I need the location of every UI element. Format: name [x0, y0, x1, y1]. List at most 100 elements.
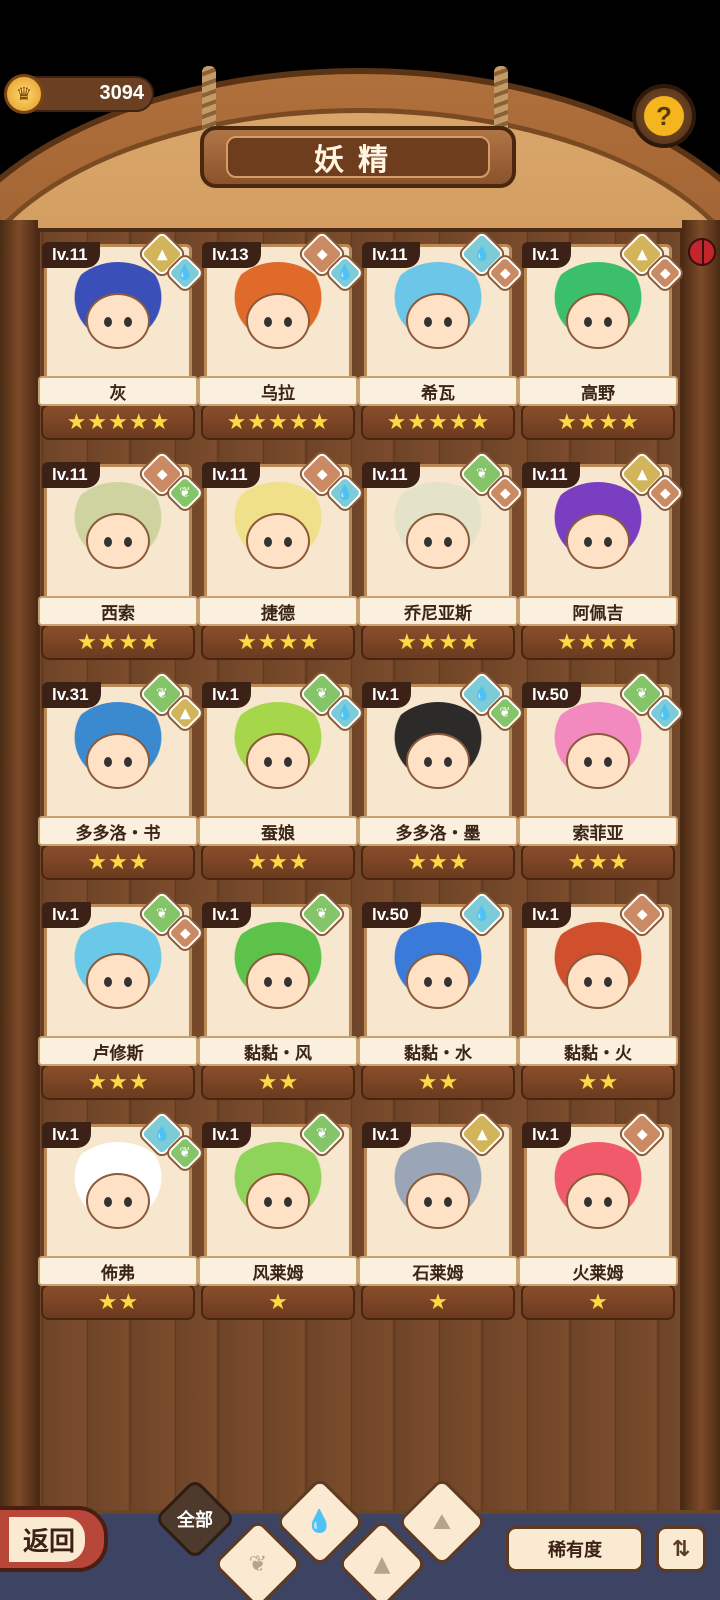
level-badge: lv.1 — [522, 242, 572, 268]
fairy-name: 阿佩吉 — [518, 596, 678, 626]
star-rating: ★ ★ ★ ★ — [364, 628, 512, 656]
fairy-name: 索菲亚 — [518, 816, 678, 846]
fairy-card[interactable]: lv.11 ❦ ◆ 乔尼亚斯 ★ ★ ★ ★ — [358, 451, 524, 664]
fairy-face — [246, 513, 310, 569]
star-icon: ★ — [428, 849, 448, 875]
star-icon: ★ — [66, 409, 87, 435]
fairy-portrait — [58, 262, 178, 380]
fairy-card[interactable]: lv.11 ▲ ◆ 阿佩吉 ★ ★ ★ ★ — [518, 451, 684, 664]
star-icon: ★ — [619, 629, 639, 655]
star-icon: ★ — [128, 1069, 149, 1095]
help-button[interactable]: ? — [632, 84, 696, 148]
star-icon: ★ — [247, 849, 268, 875]
star-icon: ★ — [288, 849, 309, 875]
fairy-card[interactable]: lv.50 ❦ 💧 索菲亚 ★ ★ ★ — [518, 671, 684, 884]
fairy-card[interactable]: lv.1 ❦ 💧 蚕娘 ★ ★ ★ — [198, 671, 364, 884]
fairy-name: 捷德 — [198, 596, 358, 626]
title-sign: 妖精 — [200, 126, 516, 188]
star-icon: ★ — [598, 1069, 619, 1095]
level-badge: lv.1 — [202, 1122, 252, 1148]
star-icon: ★ — [588, 1289, 608, 1315]
star-rating: ★ ★ ★ ★ ★ — [44, 408, 192, 436]
back-button[interactable]: 返回 — [0, 1506, 108, 1572]
fairy-name: 灰 — [38, 376, 198, 406]
level-badge: lv.1 — [42, 1122, 92, 1148]
fairy-name: 风莱姆 — [198, 1256, 358, 1286]
star-icon: ★ — [77, 629, 97, 655]
star-icon: ★ — [417, 1069, 438, 1095]
fairy-portrait — [218, 922, 338, 1040]
level-badge: lv.1 — [202, 682, 252, 708]
level-badge: lv.1 — [362, 1122, 412, 1148]
star-icon: ★ — [128, 849, 149, 875]
fairy-card[interactable]: lv.13 ◆ 💧 乌拉 ★ ★ ★ ★ ★ — [198, 231, 364, 444]
fairy-portrait — [218, 262, 338, 380]
fairy-card[interactable]: lv.1 ❦ 黏黏・风 ★ ★ — [198, 891, 358, 1104]
fairy-card[interactable]: lv.31 ❦ ▲ 多多洛・书 ★ ★ ★ — [38, 671, 204, 884]
star-rating: ★ — [364, 1288, 512, 1316]
fairy-card[interactable]: lv.11 ◆ 💧 捷德 ★ ★ ★ ★ — [198, 451, 364, 664]
star-rating: ★ ★ ★ ★ — [524, 408, 672, 436]
fairy-portrait — [58, 1142, 178, 1260]
star-icon: ★ — [118, 629, 139, 655]
star-icon: ★ — [97, 629, 118, 655]
star-icon: ★ — [598, 409, 619, 435]
fairy-name: 佈弗 — [38, 1256, 198, 1286]
star-rating: ★ — [204, 1288, 352, 1316]
star-icon: ★ — [149, 409, 170, 435]
fairy-face — [406, 1173, 470, 1229]
fairy-face — [86, 513, 150, 569]
fairy-portrait — [538, 922, 658, 1040]
filter-all-label: 全部 — [177, 1510, 213, 1531]
fairy-face — [246, 733, 310, 789]
fairy-face — [246, 293, 310, 349]
fairy-face — [246, 1173, 310, 1229]
fairy-card[interactable]: lv.11 ▲ 💧 灰 ★ ★ ★ ★ ★ — [38, 231, 204, 444]
fairy-name: 蚕娘 — [198, 816, 358, 846]
star-icon: ★ — [577, 409, 598, 435]
star-icon: ★ — [459, 629, 479, 655]
star-icon: ★ — [608, 849, 629, 875]
fairy-face — [566, 953, 630, 1009]
star-icon: ★ — [237, 629, 257, 655]
star-rating: ★ ★ ★ ★ ★ — [364, 408, 512, 436]
level-badge: lv.11 — [202, 462, 260, 488]
fairy-card[interactable]: lv.1 💧 ❦ 佈弗 ★ ★ — [38, 1111, 204, 1324]
star-icon: ★ — [557, 409, 577, 435]
fairy-card[interactable]: lv.50 💧 黏黏・水 ★ ★ — [358, 891, 518, 1104]
fairy-card[interactable]: lv.1 ▲ ◆ 高野 ★ ★ ★ ★ — [518, 231, 684, 444]
sort-order-button[interactable]: ⇅ — [656, 1526, 706, 1572]
fairy-card[interactable]: lv.11 ◆ ❦ 西索 ★ ★ ★ ★ — [38, 451, 204, 664]
fairy-name: 黏黏・风 — [198, 1036, 358, 1066]
star-icon: ★ — [577, 629, 598, 655]
star-icon: ★ — [557, 629, 577, 655]
star-icon: ★ — [619, 409, 639, 435]
star-rating: ★ ★ ★ — [204, 848, 352, 876]
fairy-face — [86, 953, 150, 1009]
fairy-portrait — [538, 1142, 658, 1260]
level-badge: lv.11 — [362, 462, 420, 488]
fairy-card[interactable]: lv.1 ❦ 风莱姆 ★ — [198, 1111, 358, 1324]
fairy-card[interactable]: lv.1 💧 ❦ 多多洛・墨 ★ ★ ★ — [358, 671, 524, 884]
fairy-card[interactable]: lv.1 ◆ 火莱姆 ★ — [518, 1111, 678, 1324]
fairy-face — [86, 293, 150, 349]
fairy-card[interactable]: lv.1 ▲ 石莱姆 ★ — [358, 1111, 518, 1324]
fairy-card-grid: lv.11 ▲ 💧 灰 ★ ★ ★ ★ ★ lv.13 ◆ 💧 乌拉 ★ ★ ★ ★ ★ lv.11 💧 ◆ 希瓦 ★ ★ ★ ★… — [38, 231, 684, 1324]
fairy-card[interactable]: lv.1 ◆ 黏黏・火 ★ ★ — [518, 891, 678, 1104]
rarity-sort-button[interactable]: 稀有度 — [506, 1526, 644, 1572]
star-icon: ★ — [567, 849, 588, 875]
fairy-name: 希瓦 — [358, 376, 518, 406]
fairy-face — [246, 953, 310, 1009]
star-icon: ★ — [268, 409, 288, 435]
fairy-portrait — [378, 702, 498, 820]
star-icon: ★ — [87, 1069, 108, 1095]
fairy-face — [566, 293, 630, 349]
level-badge: lv.11 — [362, 242, 420, 268]
fairy-card[interactable]: lv.1 ❦ ◆ 卢修斯 ★ ★ ★ — [38, 891, 204, 1104]
star-icon: ★ — [268, 849, 288, 875]
fairy-name: 火莱姆 — [518, 1256, 678, 1286]
fairy-card[interactable]: lv.11 💧 ◆ 希瓦 ★ ★ ★ ★ ★ — [358, 231, 524, 444]
level-badge: lv.1 — [522, 902, 572, 928]
fairy-portrait — [378, 262, 498, 380]
fairy-portrait — [58, 482, 178, 600]
